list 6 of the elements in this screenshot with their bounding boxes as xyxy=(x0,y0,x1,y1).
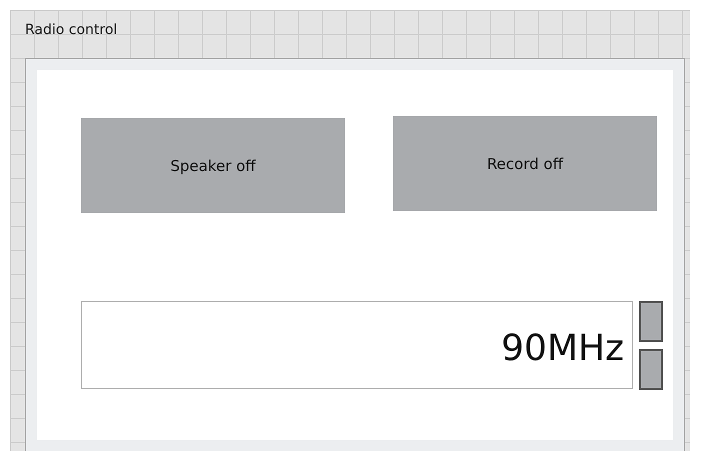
toggle-button[interactable]: Speaker off xyxy=(81,118,345,213)
frequency-field[interactable]: 90MHz xyxy=(81,301,633,389)
window-title: Radio control xyxy=(25,21,118,40)
spin-up-button[interactable] xyxy=(639,301,663,342)
spin-down-button[interactable] xyxy=(639,349,663,390)
toggle-button[interactable]: Record off xyxy=(393,116,657,211)
